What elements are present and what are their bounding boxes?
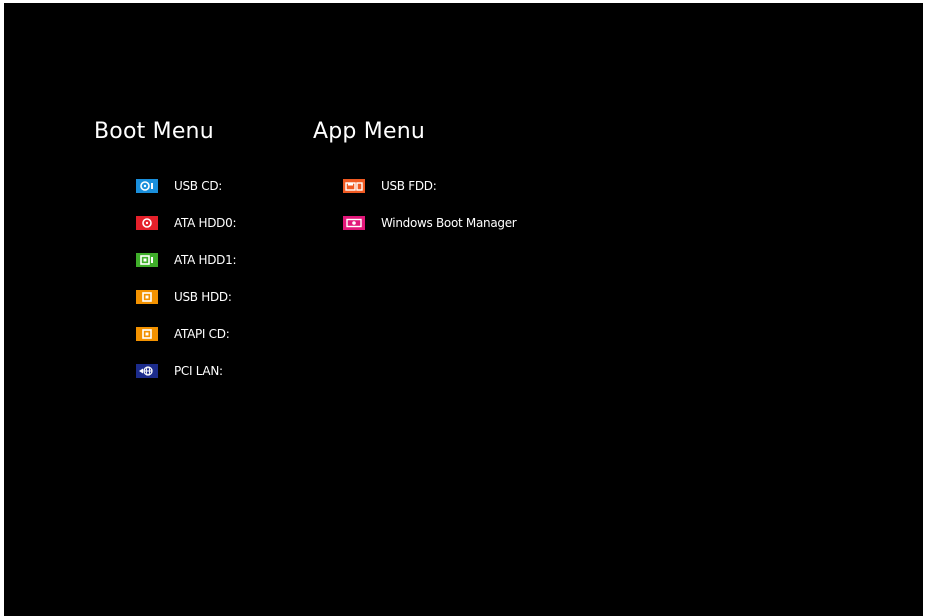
- boot-item-label: PCI LAN:: [174, 364, 223, 378]
- boot-item-usb-hdd[interactable]: USB HDD:: [136, 286, 304, 308]
- app-item-label: Windows Boot Manager: [381, 216, 517, 230]
- boot-item-ata-hdd0[interactable]: ATA HDD0:: [136, 212, 304, 234]
- app-item-windows-boot-manager[interactable]: Windows Boot Manager: [343, 212, 613, 234]
- cd-icon: [136, 327, 158, 341]
- boot-item-atapi-cd[interactable]: ATAPI CD:: [136, 323, 304, 345]
- boot-manager-icon: [343, 216, 365, 230]
- boot-item-label: ATA HDD0:: [174, 216, 237, 230]
- boot-item-usb-cd[interactable]: USB CD:: [136, 175, 304, 197]
- floppy-icon: [343, 179, 365, 193]
- app-menu-title: App Menu: [313, 119, 425, 144]
- app-menu-list: USB FDD: Windows Boot Manager: [313, 175, 613, 234]
- app-item-label: USB FDD:: [381, 179, 437, 193]
- boot-menu-title: Boot Menu: [94, 119, 214, 144]
- boot-item-label: ATA HDD1:: [174, 253, 237, 267]
- boot-screen: Boot Menu USB CD: ATA HDD0: ATA HDD1: US…: [4, 3, 923, 616]
- boot-menu: Boot Menu USB CD: ATA HDD0: ATA HDD1: US…: [94, 118, 304, 397]
- hdd-icon: [136, 253, 158, 267]
- network-icon: [136, 364, 158, 378]
- hdd-icon: [136, 216, 158, 230]
- boot-item-label: USB HDD:: [174, 290, 232, 304]
- app-item-usb-fdd[interactable]: USB FDD:: [343, 175, 613, 197]
- boot-menu-list: USB CD: ATA HDD0: ATA HDD1: USB HDD: ATA…: [94, 175, 304, 382]
- usb-cd-icon: [136, 179, 158, 193]
- app-menu: App Menu USB FDD: Windows Boot Manager: [313, 118, 613, 249]
- usb-hdd-icon: [136, 290, 158, 304]
- boot-item-label: ATAPI CD:: [174, 327, 230, 341]
- boot-item-ata-hdd1[interactable]: ATA HDD1:: [136, 249, 304, 271]
- boot-item-label: USB CD:: [174, 179, 223, 193]
- boot-item-pci-lan[interactable]: PCI LAN:: [136, 360, 304, 382]
